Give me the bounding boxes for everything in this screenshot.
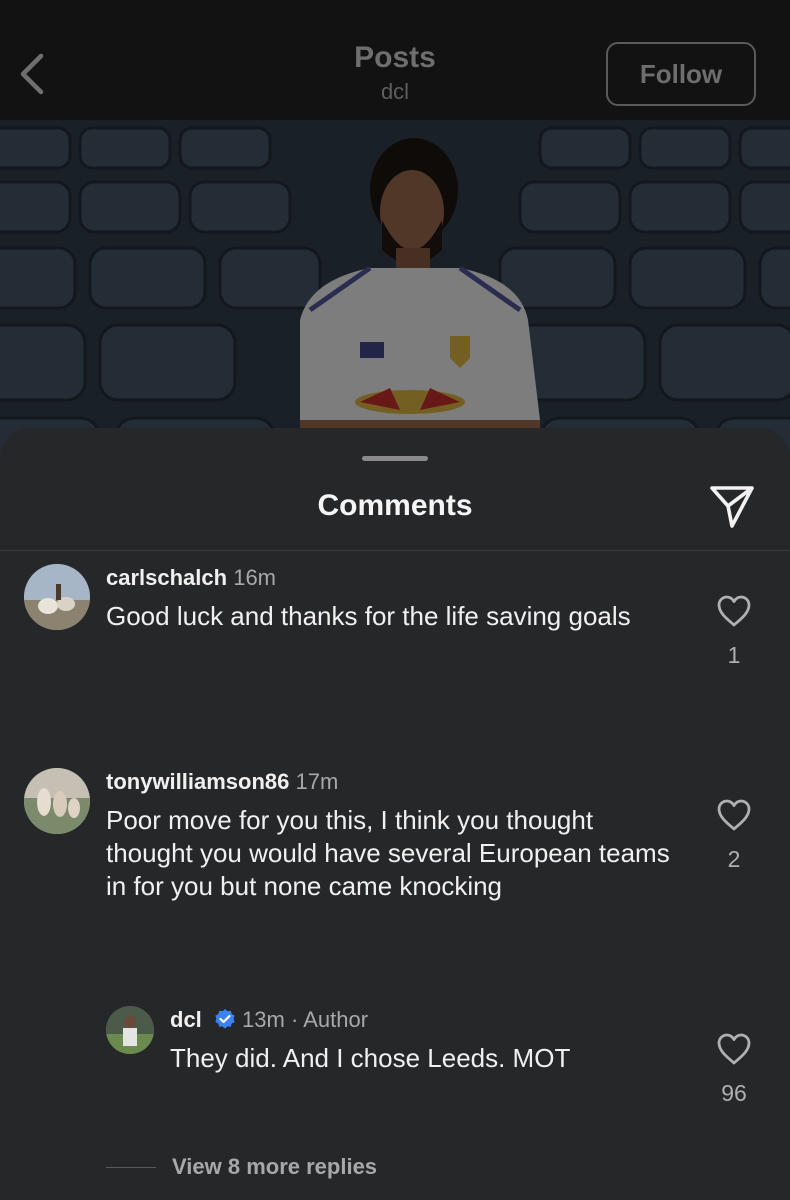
comment-username[interactable]: tonywilliamson86 <box>106 769 289 794</box>
send-icon <box>710 486 754 528</box>
like-control: 2 <box>712 798 756 873</box>
like-control: 1 <box>712 594 756 669</box>
post-comments-screen: Posts dcl Follow Comments carlschalch 16… <box>0 0 790 1200</box>
comment-text: Good luck and thanks for the life saving… <box>106 601 631 631</box>
like-count: 2 <box>727 846 741 872</box>
comment-time: 17m <box>295 769 339 794</box>
sheet-divider <box>0 550 790 551</box>
comment-meta: tonywilliamson86 17m <box>106 768 338 796</box>
reply-meta: dcl 13m · Author <box>170 1006 368 1034</box>
comment-username[interactable]: carlschalch <box>106 565 227 590</box>
comment-time: 16m <box>233 565 276 590</box>
heart-icon[interactable] <box>716 594 752 628</box>
like-control: 96 <box>712 1032 756 1107</box>
heart-icon[interactable] <box>716 798 752 832</box>
heart-icon[interactable] <box>716 1032 752 1066</box>
reply-time: 13m <box>242 1007 285 1032</box>
verified-badge-icon <box>215 1009 235 1029</box>
top-bar: Posts dcl Follow <box>0 0 790 120</box>
reply-username[interactable]: dcl <box>170 1007 202 1032</box>
comments-sheet: Comments carlschalch 16m Good luck and t… <box>0 428 790 1200</box>
comment-text: Poor move for you this, I think you thou… <box>106 805 670 901</box>
view-more-replies-button[interactable]: View 8 more replies <box>106 1150 506 1186</box>
author-label: Author <box>303 1007 369 1032</box>
drag-handle[interactable] <box>362 456 428 461</box>
avatar[interactable] <box>106 1006 154 1054</box>
reply-text: They did. And I chose Leeds. MOT <box>170 1043 571 1073</box>
avatar[interactable] <box>24 768 90 834</box>
like-count: 1 <box>727 642 741 668</box>
share-button[interactable] <box>708 482 756 530</box>
comment-meta: carlschalch 16m <box>106 564 276 592</box>
meta-separator: · <box>290 1007 299 1032</box>
follow-button[interactable]: Follow <box>606 42 756 106</box>
avatar[interactable] <box>24 564 90 630</box>
like-count: 96 <box>721 1080 747 1106</box>
replies-divider-line <box>106 1167 156 1168</box>
view-more-replies-label: View 8 more replies <box>172 1154 378 1179</box>
comments-title: Comments <box>317 489 473 522</box>
